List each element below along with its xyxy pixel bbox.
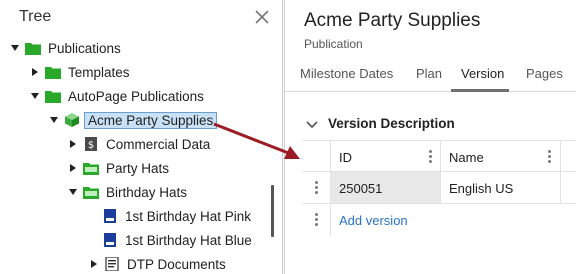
row-menu-icon[interactable] xyxy=(314,181,318,195)
close-icon[interactable] xyxy=(254,9,270,25)
column-divider xyxy=(330,204,331,236)
tree-node-label: AutoPage Publications xyxy=(68,88,204,104)
expand-arrow-icon[interactable] xyxy=(30,91,40,101)
detail-panel: Acme Party Supplies Publication Mileston… xyxy=(284,0,576,274)
version-id-cell[interactable]: 250051 xyxy=(339,172,382,204)
section-title: Version Description xyxy=(328,116,455,131)
tree-node-label: Party Hats xyxy=(106,160,170,176)
document-icon xyxy=(102,209,118,223)
add-version-link[interactable]: Add version xyxy=(339,204,408,236)
version-description-header[interactable]: Version Description xyxy=(305,116,455,131)
tab-milestone-dates[interactable]: Milestone Dates xyxy=(300,66,393,81)
tree-node-label: Commercial Data xyxy=(106,136,211,152)
tree-header: Tree xyxy=(0,0,282,36)
dtp-document-icon xyxy=(104,257,120,271)
column-divider xyxy=(560,141,561,173)
folder-open-icon xyxy=(83,161,99,175)
tree-node-1st-birthday-hat-blue[interactable]: 1st Birthday Hat Blue xyxy=(102,229,255,251)
folder-icon xyxy=(45,65,61,79)
expand-arrow-icon[interactable] xyxy=(68,187,78,197)
tree-node-label: DTP Documents xyxy=(127,256,226,272)
commercial-data-icon: $ xyxy=(83,137,99,151)
table-row[interactable]: 250051 English US xyxy=(302,172,576,204)
column-header-name[interactable]: Name xyxy=(449,141,484,173)
add-version-row: Add version xyxy=(302,204,576,236)
tree-node-party-hats[interactable]: Party Hats xyxy=(68,157,172,179)
tree-node-1st-birthday-hat-pink[interactable]: 1st Birthday Hat Pink xyxy=(102,205,254,227)
tree-node-dtp-documents[interactable]: DTP Documents xyxy=(89,253,229,274)
chevron-down-icon[interactable] xyxy=(305,117,319,131)
collapse-arrow-icon[interactable] xyxy=(89,259,99,269)
collapse-arrow-icon[interactable] xyxy=(30,67,40,77)
collapse-arrow-icon[interactable] xyxy=(68,139,78,149)
column-header-id[interactable]: ID xyxy=(339,141,352,173)
column-menu-icon[interactable] xyxy=(547,150,551,164)
tree-node-label: Templates xyxy=(68,64,130,80)
folder-icon xyxy=(45,89,61,103)
tab-pages[interactable]: Pages xyxy=(526,66,563,81)
folder-open-icon xyxy=(83,185,99,199)
tree-node-birthday-hats[interactable]: Birthday Hats xyxy=(68,181,190,203)
tree-node-commercial-data[interactable]: $ Commercial Data xyxy=(68,133,213,155)
tab-bar: Milestone Dates Plan Version Pages xyxy=(285,60,576,92)
tree-node-label: Acme Party Supplies xyxy=(84,111,218,129)
tree-node-label: 1st Birthday Hat Blue xyxy=(125,232,252,248)
column-divider xyxy=(560,172,561,204)
tree-node-publications[interactable]: Publications xyxy=(10,37,124,59)
expand-arrow-icon[interactable] xyxy=(10,43,20,53)
publication-cube-icon xyxy=(64,113,80,127)
publication-subtitle: Publication xyxy=(304,37,363,51)
tree-node-label: Birthday Hats xyxy=(106,184,188,200)
document-icon xyxy=(102,233,118,247)
expand-arrow-icon[interactable] xyxy=(49,115,59,125)
tree-node-label: Publications xyxy=(48,40,121,56)
column-divider xyxy=(440,172,441,204)
column-menu-icon[interactable] xyxy=(428,150,432,164)
row-menu-icon[interactable] xyxy=(314,213,318,227)
tab-plan[interactable]: Plan xyxy=(416,66,442,81)
tree-node-autopage-publications[interactable]: AutoPage Publications xyxy=(30,85,207,107)
active-tab-indicator xyxy=(451,89,509,92)
column-divider xyxy=(330,141,331,173)
svg-text:$: $ xyxy=(88,140,94,151)
tree-panel: Tree Publications Templates AutoPage Pub… xyxy=(0,0,283,274)
tree-title: Tree xyxy=(19,8,52,25)
collapse-arrow-icon[interactable] xyxy=(68,163,78,173)
tab-version[interactable]: Version xyxy=(461,66,504,81)
column-divider xyxy=(440,141,441,173)
tree-node-label: 1st Birthday Hat Pink xyxy=(125,208,252,224)
add-version-label[interactable]: Add version xyxy=(339,213,408,228)
grid-header-row: ID Name xyxy=(302,140,576,173)
tree-node-acme-party-supplies[interactable]: Acme Party Supplies xyxy=(49,109,218,131)
tree-scrollbar[interactable] xyxy=(271,185,274,237)
folder-icon xyxy=(25,41,41,55)
version-grid: ID Name 250051 English US Add version xyxy=(302,140,576,236)
tree-node-templates[interactable]: Templates xyxy=(30,61,133,83)
publication-title: Acme Party Supplies xyxy=(304,10,481,31)
version-name-cell[interactable]: English US xyxy=(449,172,513,204)
